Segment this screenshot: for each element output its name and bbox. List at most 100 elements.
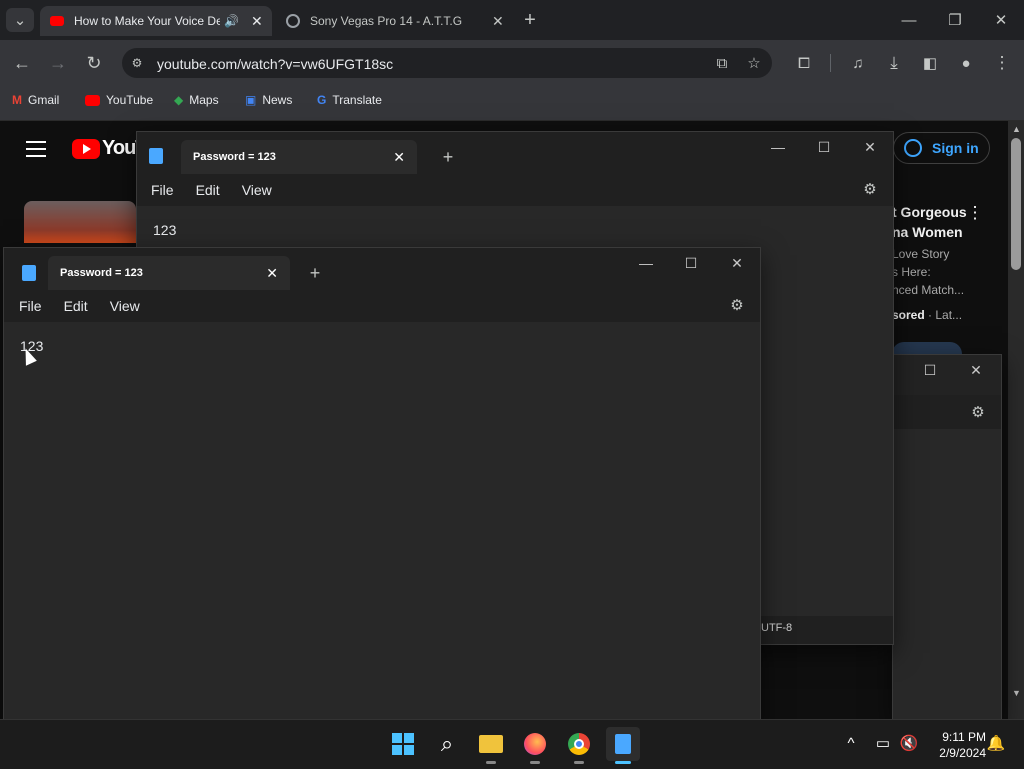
- speaker-icon[interactable]: 🔊: [224, 14, 239, 28]
- bookmark-gmail[interactable]: M Gmail: [12, 92, 59, 108]
- youtube-favicon-icon: [50, 16, 64, 26]
- bookmark-maps[interactable]: ◆ Maps: [174, 92, 219, 108]
- new-tab-plus-icon[interactable]: +: [304, 262, 326, 284]
- bookmark-translate[interactable]: G Translate: [317, 92, 382, 108]
- scroll-up-arrow-icon[interactable]: ▲: [1012, 124, 1021, 134]
- hidden-icons-chevron-up-icon[interactable]: ^: [842, 734, 860, 752]
- site-info-tune-icon[interactable]: ⚙: [128, 54, 146, 72]
- menu-kebab-icon[interactable]: ⋮: [990, 52, 1014, 74]
- minimize-icon[interactable]: —: [896, 8, 922, 32]
- translate-icon: G: [317, 93, 327, 107]
- clock[interactable]: 9:11 PM 2/9/2024: [926, 729, 986, 761]
- minimize-icon[interactable]: —: [623, 248, 669, 278]
- menu-view[interactable]: View: [110, 298, 140, 314]
- profile-avatar-icon[interactable]: ●: [954, 52, 978, 74]
- menu-file[interactable]: File: [19, 298, 42, 314]
- bookmark-star-icon[interactable]: ☆: [742, 52, 766, 74]
- tab-sony-vegas[interactable]: Sony Vegas Pro 14 - A.T.T.G ✕: [276, 6, 512, 36]
- close-tab-icon[interactable]: ✕: [266, 265, 278, 282]
- notepad-window-front: Password = 123 ✕ + — ☐ ✕ File Edit View …: [3, 247, 761, 729]
- new-tab-plus-icon[interactable]: +: [518, 8, 542, 32]
- ad-visit-button[interactable]: [892, 342, 962, 354]
- file-explorer-icon[interactable]: [474, 727, 508, 761]
- notepad-window-third: ☐ ✕ ⚙: [892, 354, 1002, 721]
- maximize-icon[interactable]: ☐: [668, 248, 714, 278]
- firefox-icon[interactable]: [518, 727, 552, 761]
- ad-more-kebab-icon[interactable]: ⋮: [966, 203, 984, 223]
- volume-muted-icon[interactable]: 🔇: [900, 734, 919, 752]
- scrollbar-thumb[interactable]: [1011, 138, 1021, 270]
- youtube-logo-text: YouTube: [102, 137, 136, 159]
- settings-gear-icon[interactable]: ⚙: [859, 178, 881, 200]
- close-tab-icon[interactable]: ✕: [251, 13, 263, 30]
- back-arrow-icon[interactable]: ←: [10, 52, 34, 74]
- notepad-tab-title: Password = 123: [193, 151, 276, 163]
- forward-arrow-icon[interactable]: →: [46, 52, 70, 74]
- sign-in-label: Sign in: [932, 140, 979, 156]
- notepad-text-area[interactable]: 123: [4, 322, 760, 720]
- sign-in-button[interactable]: Sign in: [893, 132, 990, 164]
- account-circle-icon: [904, 139, 922, 157]
- network-icon[interactable]: ▭: [874, 734, 892, 752]
- youtube-logo-icon[interactable]: [72, 139, 100, 159]
- menu-view[interactable]: View: [242, 182, 272, 198]
- notepad-taskbar-icon[interactable]: [606, 727, 640, 761]
- clock-time: 9:11 PM: [942, 730, 986, 744]
- url-text[interactable]: youtube.com/watch?v=vw6UFGT18sc: [157, 56, 393, 72]
- settings-gear-icon[interactable]: ⚙: [967, 401, 989, 423]
- ad-title[interactable]: t Gorgeous na Women: [892, 202, 967, 242]
- minimize-icon[interactable]: —: [755, 132, 801, 162]
- menu-edit[interactable]: Edit: [196, 182, 220, 198]
- close-window-icon[interactable]: ✕: [847, 132, 893, 162]
- close-window-icon[interactable]: ✕: [714, 248, 760, 278]
- settings-gear-icon[interactable]: ⚙: [726, 294, 748, 316]
- new-tab-plus-icon[interactable]: +: [437, 146, 459, 168]
- encoding-status: UTF-8: [761, 622, 793, 634]
- close-window-icon[interactable]: ✕: [988, 8, 1014, 32]
- close-tab-icon[interactable]: ✕: [492, 13, 504, 30]
- clock-date: 2/9/2024: [939, 746, 986, 760]
- install-app-icon[interactable]: ⧉: [710, 52, 734, 74]
- running-indicator: [530, 761, 540, 764]
- bookmark-label: Gmail: [28, 93, 60, 107]
- hamburger-menu-icon[interactable]: [26, 141, 46, 157]
- ad-advertiser: · Lat...: [924, 308, 963, 322]
- bookmark-news[interactable]: ▣ News: [245, 92, 292, 108]
- notepad-app-icon: [149, 148, 163, 164]
- side-panel-icon[interactable]: ◧: [918, 52, 942, 74]
- download-icon[interactable]: ⤓: [882, 52, 906, 74]
- reload-icon[interactable]: ↻: [82, 52, 106, 74]
- menu-file[interactable]: File: [151, 182, 174, 198]
- extensions-puzzle-icon[interactable]: ⧠: [792, 52, 816, 74]
- bookmark-label: Maps: [189, 93, 219, 107]
- close-window-icon[interactable]: ✕: [953, 355, 999, 385]
- notepad-text-area[interactable]: [893, 429, 1001, 720]
- ad-title-line: na Women: [892, 224, 963, 240]
- close-tab-icon[interactable]: ✕: [393, 149, 405, 166]
- notepad-content: 123: [153, 222, 177, 238]
- chrome-icon[interactable]: [562, 727, 596, 761]
- notepad-tab[interactable]: Password = 123 ✕: [48, 256, 290, 290]
- notification-bell-icon[interactable]: 🔔: [987, 734, 1006, 752]
- youtube-icon: [85, 94, 100, 106]
- restore-icon[interactable]: ❐: [942, 8, 968, 32]
- menu-edit[interactable]: Edit: [64, 298, 88, 314]
- active-indicator: [615, 761, 631, 764]
- bookmark-youtube[interactable]: YouTube: [85, 92, 153, 108]
- notepad-tab[interactable]: Password = 123 ✕: [181, 140, 417, 174]
- ad-title-line: t Gorgeous: [892, 204, 967, 220]
- tab-youtube[interactable]: How to Make Your Voice De 🔊 ✕: [40, 6, 272, 36]
- video-thumbnail[interactable]: [24, 201, 136, 243]
- taskbar: [0, 719, 1024, 769]
- ad-line: Love Story: [892, 247, 950, 261]
- gmail-icon: M: [12, 93, 22, 107]
- media-control-icon[interactable]: ♫: [846, 52, 870, 74]
- maximize-icon[interactable]: ☐: [907, 355, 953, 385]
- scroll-down-arrow-icon[interactable]: ▼: [1012, 688, 1021, 698]
- search-icon[interactable]: ⌕: [430, 727, 464, 761]
- tab-search-chevron-icon[interactable]: ⌄: [6, 8, 34, 32]
- tab-title: Sony Vegas Pro 14 - A.T.T.G: [310, 14, 463, 28]
- start-windows-icon[interactable]: [386, 727, 420, 761]
- running-indicator: [574, 761, 584, 764]
- maximize-icon[interactable]: ☐: [801, 132, 847, 162]
